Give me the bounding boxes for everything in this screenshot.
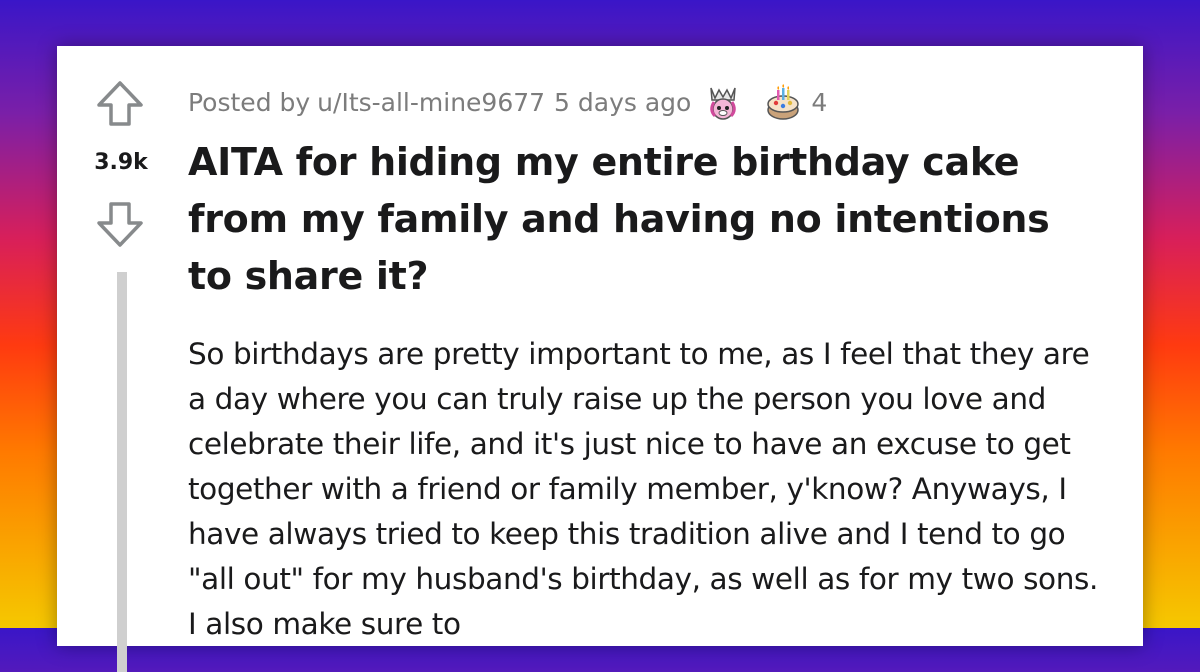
post-title[interactable]: AITA for hiding my entire birthday cake … [188,134,1088,305]
vote-score: 3.9k [94,150,148,175]
posted-by-label: Posted by [188,87,311,117]
downvote-arrow-icon[interactable] [95,200,145,248]
thread-collapse-line[interactable] [117,272,127,672]
unicorn-award-icon[interactable] [703,82,743,122]
post-time: 5 days ago [554,87,692,117]
author-username-link[interactable]: u/Its-all-mine9677 [317,88,545,117]
cake-award-count: 4 [811,87,828,117]
post-body: So birthdays are pretty important to me,… [188,337,1098,641]
post-meta: Posted by u/Its-all-mine9677 5 days ago [188,82,827,122]
post-card: 3.9k Posted by u/Its-all-mine9677 5 days… [57,46,1143,672]
upvote-arrow-icon[interactable] [95,80,145,128]
cake-award-icon[interactable] [763,82,803,122]
vote-column: 3.9k [57,46,185,672]
